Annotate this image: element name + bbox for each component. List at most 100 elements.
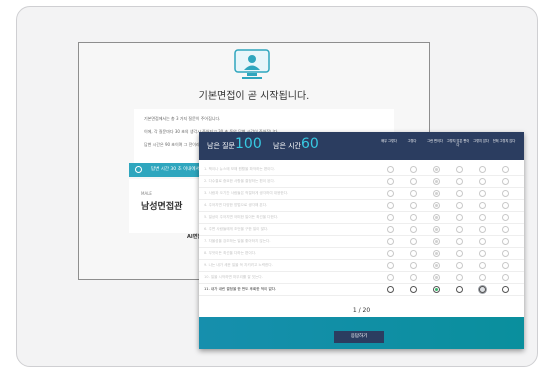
question-row: 7. 자율성을 강조하는 일을 좋아하지 않는다. xyxy=(199,236,524,248)
question-row: 11. 내가 내린 결정을 한 번도 후회한 적이 없다. xyxy=(199,284,524,296)
answer-radio[interactable] xyxy=(410,250,417,257)
answer-radio[interactable] xyxy=(502,166,509,173)
column-header: 매우 그렇다 xyxy=(381,139,397,143)
answer-radio[interactable] xyxy=(479,178,486,185)
answer-radio[interactable] xyxy=(387,178,394,185)
answer-radio[interactable] xyxy=(387,238,394,245)
answer-radio[interactable] xyxy=(433,202,440,209)
answer-radio[interactable] xyxy=(433,166,440,173)
answer-radio[interactable] xyxy=(387,250,394,257)
answer-radio[interactable] xyxy=(387,202,394,209)
answer-radio[interactable] xyxy=(479,274,486,281)
answer-radio[interactable] xyxy=(456,178,463,185)
answer-radio[interactable] xyxy=(433,226,440,233)
answer-radio[interactable] xyxy=(479,238,486,245)
answer-radio[interactable] xyxy=(456,226,463,233)
answer-radio[interactable] xyxy=(456,262,463,269)
clock-icon xyxy=(135,166,142,173)
column-header: 전혀 그렇지 않다 xyxy=(492,139,516,143)
answer-radio[interactable] xyxy=(479,166,486,173)
answer-radio[interactable] xyxy=(456,274,463,281)
answer-radio[interactable] xyxy=(433,178,440,185)
answer-radio[interactable] xyxy=(502,226,509,233)
answer-radio[interactable] xyxy=(410,214,417,221)
answer-radio[interactable] xyxy=(479,250,486,257)
answer-radio[interactable] xyxy=(387,286,394,293)
questionnaire-panel: 남은 질문 100 남은 시간 60 매우 그렇다 그렇다 그런 편이다 그렇지 않은… xyxy=(199,132,524,349)
profile-name: 남성면접관 xyxy=(141,202,183,212)
remaining-time-value: 60 xyxy=(301,136,319,152)
answer-radio[interactable] xyxy=(502,274,509,281)
answer-radio[interactable] xyxy=(410,238,417,245)
question-text: 3. 사람과 오기간 사람들은 적절하게 생각하여 대응한다. xyxy=(204,191,289,195)
answer-radio[interactable] xyxy=(502,262,509,269)
answer-radio[interactable] xyxy=(502,286,509,293)
answer-radio[interactable] xyxy=(410,286,417,293)
column-header: 그렇지 않은 편이다 xyxy=(446,139,470,147)
answer-radio[interactable] xyxy=(410,166,417,173)
question-row: 5. 일상이 주어지면 어떠한 일이든 최선을 다한다. xyxy=(199,212,524,224)
answer-radio[interactable] xyxy=(433,286,440,293)
answer-radio[interactable] xyxy=(502,190,509,197)
answer-radio[interactable] xyxy=(479,202,486,209)
answer-radio[interactable] xyxy=(387,214,394,221)
answer-radio[interactable] xyxy=(433,250,440,257)
answer-radio[interactable] xyxy=(479,226,486,233)
answer-radio[interactable] xyxy=(410,262,417,269)
answer-radio[interactable] xyxy=(456,202,463,209)
question-list: 1. 책이나 뉴스에 보해 원활을 파악하는 편이다. 2. 다수결로 중요한 사… xyxy=(199,160,524,305)
intro-title: 기본면접이 곧 시작됩니다. xyxy=(198,91,310,102)
answer-radio[interactable] xyxy=(387,226,394,233)
answer-radio[interactable] xyxy=(456,250,463,257)
question-row: 8. 무엇이든 최선을 다하는 편이다. xyxy=(199,248,524,260)
answer-radio[interactable] xyxy=(433,262,440,269)
answer-radio[interactable] xyxy=(433,214,440,221)
answer-radio[interactable] xyxy=(502,202,509,209)
profile-tag: MALE xyxy=(141,191,152,196)
question-text: 2. 다수결로 중요한 사항을 결정하는 편이 된다. xyxy=(204,179,275,183)
answer-radio[interactable] xyxy=(479,190,486,197)
answer-radio[interactable] xyxy=(479,262,486,269)
answer-radio[interactable] xyxy=(410,274,417,281)
answer-radio[interactable] xyxy=(410,178,417,185)
answer-radio[interactable] xyxy=(387,274,394,281)
question-row: 10. 일을 시작하면 마무리를 잘 짓는다. xyxy=(199,272,524,284)
question-text: 11. 내가 내린 결정을 한 번도 후회한 적이 없다. xyxy=(204,287,277,291)
answer-radio[interactable] xyxy=(410,226,417,233)
question-text: 4. 주어지면 다양한 방법으로 생각해 본다. xyxy=(204,203,268,207)
answer-radio[interactable] xyxy=(456,166,463,173)
remaining-time-label: 남은 시간 xyxy=(273,142,301,150)
question-text: 10. 일을 시작하면 마무리를 잘 짓는다. xyxy=(204,275,263,279)
answer-radio[interactable] xyxy=(456,286,463,293)
remaining-questions-label: 남은 질문 xyxy=(207,142,235,150)
answer-radio[interactable] xyxy=(502,214,509,221)
remaining-questions-count: 100 xyxy=(235,136,262,152)
answer-radio[interactable] xyxy=(387,262,394,269)
answer-radio[interactable] xyxy=(433,238,440,245)
answer-radio[interactable] xyxy=(502,250,509,257)
answer-radio[interactable] xyxy=(433,274,440,281)
answer-radio[interactable] xyxy=(479,214,486,221)
question-text: 7. 자율성을 강조하는 일을 좋아하지 않는다. xyxy=(204,239,271,243)
question-row: 9. 나는 내가 세운 일을 꼭 지키려고 노력한다. xyxy=(199,260,524,272)
question-text: 1. 책이나 뉴스에 보해 원활을 파악하는 편이다. xyxy=(204,167,275,171)
answer-radio[interactable] xyxy=(502,238,509,245)
answer-radio[interactable] xyxy=(456,214,463,221)
submit-button[interactable]: 응답하기 xyxy=(334,331,384,343)
question-row: 3. 사람과 오기간 사람들은 적절하게 생각하여 대응한다. xyxy=(199,188,524,200)
question-text: 5. 일상이 주어지면 어떠한 일이든 최선을 다한다. xyxy=(204,215,279,219)
question-row: 1. 책이나 뉴스에 보해 원활을 파악하는 편이다. xyxy=(199,164,524,176)
answer-radio[interactable] xyxy=(456,238,463,245)
page-indicator: 1 / 20 xyxy=(199,305,524,317)
answer-radio[interactable] xyxy=(433,190,440,197)
answer-radio[interactable] xyxy=(410,202,417,209)
question-row: 2. 다수결로 중요한 사항을 결정하는 편이 된다. xyxy=(199,176,524,188)
answer-radio[interactable] xyxy=(479,286,486,293)
answer-radio[interactable] xyxy=(410,190,417,197)
answer-radio[interactable] xyxy=(387,190,394,197)
question-row: 6. 주변 사람들에게 조언을 구한 일이 많다. xyxy=(199,224,524,236)
answer-radio[interactable] xyxy=(387,166,394,173)
answer-radio[interactable] xyxy=(456,190,463,197)
answer-radio[interactable] xyxy=(502,178,509,185)
question-text: 6. 주변 사람들에게 조언을 구한 일이 많다. xyxy=(204,227,269,231)
